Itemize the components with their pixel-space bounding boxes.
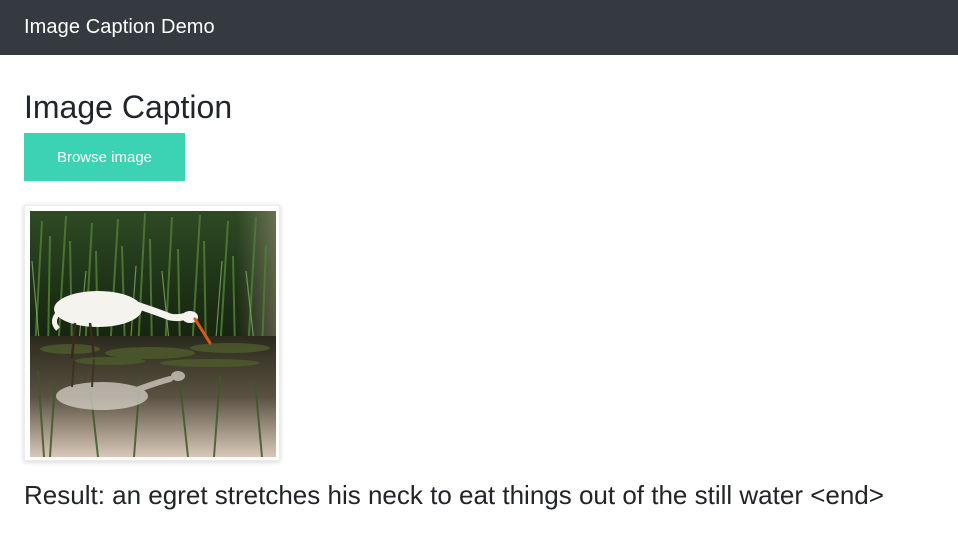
uploaded-image-thumbnail	[24, 205, 280, 461]
result-label: Result:	[24, 480, 105, 510]
top-navbar: Image Caption Demo	[0, 0, 958, 55]
navbar-brand[interactable]: Image Caption Demo	[24, 17, 215, 37]
browse-image-button[interactable]: Browse image	[24, 133, 185, 181]
caption-result: Result: an egret stretches his neck to e…	[24, 480, 884, 510]
page-title: Image Caption	[24, 89, 233, 125]
result-text: an egret stretches his neck to eat thing…	[112, 480, 884, 510]
egret-photo	[30, 211, 276, 457]
